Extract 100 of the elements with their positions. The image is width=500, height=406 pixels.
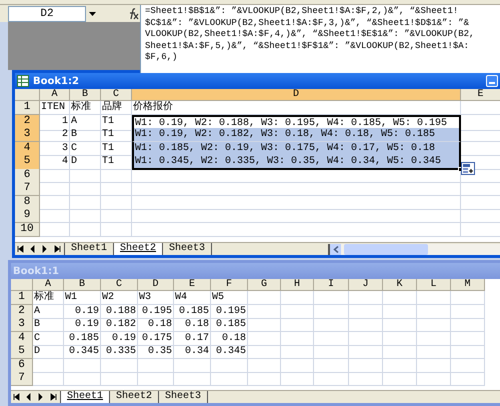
table-cell[interactable]: 0.17 [174,332,211,346]
row-header[interactable]: 2 [11,304,33,318]
table-cell[interactable] [383,332,417,346]
table-cell[interactable]: 0.34 [174,345,211,359]
table-cell[interactable] [281,358,314,372]
table-cell[interactable]: W1: 0.185, W2: 0.19, W3: 0.175, W4: 0.17, W5: 0.18 [132,142,461,156]
table-cell[interactable] [417,372,451,386]
table-cell[interactable] [417,304,451,318]
horizontal-scrollbar[interactable] [328,244,500,254]
table-cell[interactable] [417,291,451,305]
table-cell[interactable] [101,358,138,372]
table-cell[interactable] [349,304,383,318]
table-cell[interactable]: 0.185 [64,332,101,346]
table-cell[interactable] [451,332,485,346]
name-box[interactable]: D2 [8,6,86,22]
column-header[interactable]: M [451,279,485,291]
table-cell[interactable] [70,209,101,223]
table-cell[interactable]: W3 [138,291,174,305]
table-cell[interactable]: 0.335 [101,345,138,359]
table-cell[interactable] [281,345,314,359]
table-cell[interactable] [417,358,451,372]
table-cell[interactable]: 0.188 [101,304,138,318]
table-cell[interactable] [64,358,101,372]
table-cell[interactable] [40,209,70,223]
table-cell[interactable] [349,291,383,305]
column-header[interactable]: B [64,279,101,291]
table-cell[interactable] [40,182,70,196]
table-cell[interactable] [314,372,349,386]
column-header[interactable]: L [417,279,451,291]
table-cell[interactable] [383,318,417,332]
table-cell[interactable]: 0.18 [174,318,211,332]
formula-field[interactable]: =Sheet1!$B$1&”: ”&VLOOKUP(B2,Sheet1!$A:$F,2,)&”, “&Sheet1! $C$1&”: ”&VLOOKUP(B2,Sheet1!$A:$F,3,)&”, “&Sheet1!$D$1&”: ”& VLOOKUP(B2,Sheet1!$A:$F,4,)&”, “&Sheet1!$E$1&”: ”&VLOOKUP(B2, Sheet1!$A:$F,5,)&”, “&Sheet1!$F$1&”: ”&VLOOKUP(B2,Sheet1!$A: $F,6,) [140,5,500,73]
paste-options-menu[interactable] [461,162,475,175]
table-cell[interactable] [451,358,485,372]
row-header[interactable]: 4 [15,142,40,156]
table-cell[interactable]: 0.185 [174,304,211,318]
table-cell[interactable] [383,358,417,372]
table-cell[interactable]: 3 [40,142,70,156]
table-cell[interactable] [138,372,174,386]
table-cell[interactable]: 0.18 [211,332,248,346]
table-cell[interactable] [70,222,101,236]
select-all-button[interactable] [11,279,33,291]
table-cell[interactable] [70,182,101,196]
table-cell[interactable] [417,318,451,332]
table-cell[interactable] [281,318,314,332]
table-cell[interactable] [132,209,461,223]
minimize-button[interactable] [486,75,498,87]
table-cell[interactable] [132,222,461,236]
table-cell[interactable]: C [33,332,64,346]
table-cell[interactable] [417,345,451,359]
table-cell[interactable]: 0.345 [64,345,101,359]
table-cell[interactable] [314,332,349,346]
table-cell[interactable] [349,372,383,386]
column-header[interactable]: D [138,279,174,291]
table-cell[interactable] [383,304,417,318]
table-cell[interactable]: W4 [174,291,211,305]
table-cell[interactable] [101,372,138,386]
table-cell[interactable]: W1 [64,291,101,305]
column-header[interactable]: H [281,279,314,291]
table-cell[interactable]: 0.185 [211,318,248,332]
table-cell[interactable]: 1 [40,114,70,130]
table-cell[interactable] [40,168,70,182]
table-cell[interactable] [451,291,485,305]
sheet-tab[interactable]: Sheet2 [113,242,164,255]
row-header[interactable]: 5 [11,345,33,359]
select-all-button[interactable] [15,89,40,101]
table-cell[interactable] [383,291,417,305]
table-cell[interactable]: B [33,318,64,332]
table-cell[interactable] [281,291,314,305]
column-header[interactable]: I [314,279,349,291]
row-header[interactable]: 5 [15,155,40,170]
table-cell[interactable] [314,345,349,359]
table-cell[interactable] [281,304,314,318]
sheet-tab[interactable]: Sheet1 [60,390,110,403]
table-cell[interactable]: D [70,155,101,170]
table-cell[interactable]: 0.18 [138,318,174,332]
table-cell[interactable] [101,182,132,196]
table-cell[interactable] [383,345,417,359]
table-cell[interactable] [138,358,174,372]
row-header[interactable]: 3 [15,128,40,142]
column-header[interactable]: K [383,279,417,291]
table-cell[interactable]: C [70,142,101,156]
table-cell[interactable] [451,345,485,359]
table-cell[interactable] [132,182,461,196]
table-cell[interactable] [174,372,211,386]
table-cell[interactable] [101,209,132,223]
table-cell[interactable] [40,222,70,236]
column-header[interactable]: E [461,89,500,101]
table-cell[interactable]: ITEN [40,101,70,115]
table-cell[interactable]: 0.175 [138,332,174,346]
table-cell[interactable] [349,358,383,372]
table-cell[interactable] [248,332,281,346]
row-header[interactable]: 1 [11,291,33,305]
scroll-thumb[interactable] [344,244,428,254]
table-cell[interactable] [349,318,383,332]
table-cell[interactable]: 标准 [33,291,64,305]
row-header[interactable]: 6 [11,358,33,372]
table-cell[interactable]: 品牌 [101,101,132,115]
column-header[interactable]: F [211,279,248,291]
column-header[interactable]: J [349,279,383,291]
